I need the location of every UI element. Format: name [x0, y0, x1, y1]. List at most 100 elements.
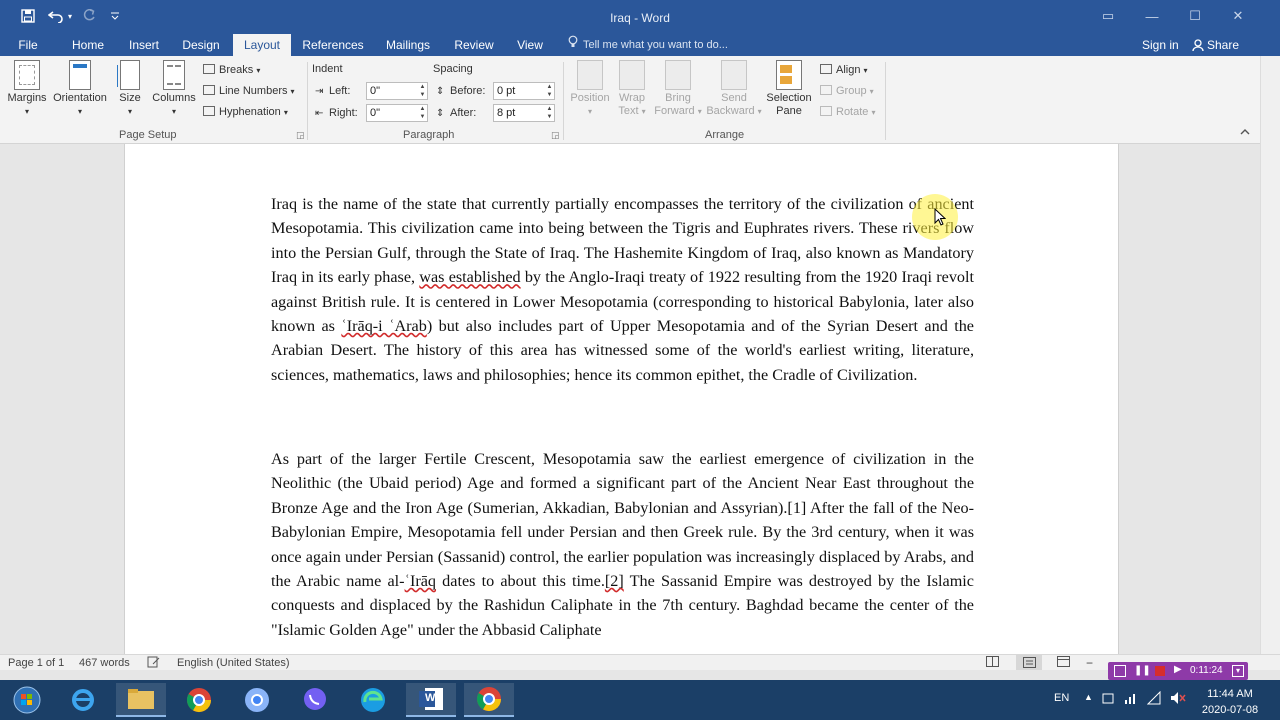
- maximize-button[interactable]: ☐: [1181, 5, 1209, 27]
- indent-right-input[interactable]: 0" ▲ ▼: [366, 104, 428, 122]
- tab-design[interactable]: Design: [176, 34, 226, 56]
- spinner-arrows-icon[interactable]: ▲ ▼: [545, 83, 554, 99]
- print-layout-icon[interactable]: [1016, 655, 1042, 670]
- tab-view[interactable]: View: [510, 34, 550, 56]
- page-setup-dialog-launcher-icon[interactable]: ◲: [296, 130, 305, 141]
- volume-muted-icon[interactable]: [1170, 691, 1186, 708]
- selection-pane-button[interactable]: Selection Pane: [763, 60, 815, 118]
- breaks-button[interactable]: Breaks ▾: [203, 62, 260, 78]
- indent-left-value: 0": [370, 85, 381, 97]
- ribbon-display-options-icon[interactable]: ▭: [1094, 5, 1122, 27]
- spacing-after-value: 8 pt: [497, 107, 516, 119]
- orientation-button[interactable]: Orientation ▾: [50, 60, 110, 118]
- line-numbers-button[interactable]: Line Numbers ▾: [203, 83, 295, 99]
- clock-time[interactable]: 11:44 AM: [1194, 688, 1266, 700]
- spinner-arrows-icon[interactable]: ▲ ▼: [545, 105, 554, 121]
- wrap-text-button[interactable]: Wrap Text ▾: [614, 60, 650, 118]
- language-indicator[interactable]: English (United States): [177, 656, 290, 670]
- person-icon: [1192, 36, 1204, 58]
- document-area: Iraq is the name of the state that curre…: [0, 144, 1260, 654]
- tab-references[interactable]: References: [298, 34, 368, 56]
- read-mode-icon[interactable]: [986, 656, 999, 670]
- show-hidden-icons-icon[interactable]: ▲: [1084, 692, 1093, 702]
- proofing-icon[interactable]: [147, 656, 160, 670]
- document-page[interactable]: Iraq is the name of the state that curre…: [124, 144, 1119, 654]
- send-backward-button[interactable]: Send Backward ▾: [705, 60, 763, 118]
- tab-review[interactable]: Review: [447, 34, 501, 56]
- start-button[interactable]: [2, 683, 52, 717]
- bring-forward-label-2: Forward: [654, 105, 695, 117]
- spacing-before-input[interactable]: 0 pt ▲ ▼: [493, 82, 555, 100]
- margins-icon: [14, 60, 40, 90]
- internet-explorer-icon[interactable]: [58, 683, 108, 717]
- group-divider: [885, 62, 886, 140]
- paragraph-1[interactable]: Iraq is the name of the state that curre…: [271, 192, 974, 387]
- paragraph-group-label: Paragraph: [403, 129, 455, 141]
- paragraph-dialog-launcher-icon[interactable]: ◲: [551, 130, 560, 141]
- tray-device-icon[interactable]: [1101, 691, 1115, 708]
- file-explorer-icon[interactable]: [116, 683, 166, 717]
- word-taskbar-icon[interactable]: W: [406, 683, 456, 717]
- columns-button[interactable]: Columns ▾: [150, 60, 198, 118]
- position-icon: [577, 60, 603, 90]
- clock-date[interactable]: 2020-07-08: [1194, 704, 1266, 716]
- tell-me-search[interactable]: Tell me what you want to do...: [568, 34, 728, 56]
- indent-label: Indent: [312, 63, 343, 75]
- send-backward-label-2: Backward: [706, 105, 755, 117]
- play-icon[interactable]: ▶: [1174, 664, 1182, 675]
- tray-signal-icon[interactable]: [1146, 690, 1161, 708]
- sign-in-link[interactable]: Sign in: [1142, 34, 1179, 56]
- rotate-button[interactable]: Rotate ▾: [820, 104, 876, 120]
- spelling-error[interactable]: was established: [419, 268, 520, 286]
- zoom-out-button[interactable]: −: [1086, 656, 1093, 670]
- collapse-ribbon-icon[interactable]: [1240, 128, 1250, 139]
- tray-network-icon[interactable]: [1124, 691, 1138, 708]
- recorder-webcam-icon[interactable]: [1114, 665, 1126, 677]
- paragraph-2[interactable]: As part of the larger Fertile Crescent, …: [271, 447, 974, 642]
- word-count[interactable]: 467 words: [79, 656, 130, 670]
- spinner-arrows-icon[interactable]: ▲ ▼: [418, 105, 427, 121]
- align-button[interactable]: Align ▾: [820, 62, 868, 78]
- bring-forward-button[interactable]: Bring Forward ▾: [652, 60, 704, 118]
- vertical-scrollbar[interactable]: [1260, 56, 1280, 656]
- bring-forward-label: Bring: [665, 92, 691, 104]
- web-layout-icon[interactable]: [1057, 656, 1070, 670]
- stop-icon[interactable]: [1155, 666, 1165, 676]
- hyphenation-button[interactable]: Hyphenation ▾: [203, 104, 288, 120]
- chrome-alt-icon[interactable]: [232, 683, 282, 717]
- pause-icon[interactable]: ❚❚: [1134, 665, 1151, 676]
- spinner-arrows-icon[interactable]: ▲ ▼: [418, 83, 427, 99]
- group-button[interactable]: Group ▾: [820, 83, 874, 99]
- group-label: Group: [836, 85, 867, 97]
- size-button[interactable]: Size ▾: [114, 60, 146, 118]
- selection-pane-label-2: Pane: [776, 105, 802, 117]
- spacing-after-label: ⇕ After:: [436, 104, 476, 122]
- chrome-open-icon[interactable]: [464, 683, 514, 717]
- tab-mailings[interactable]: Mailings: [378, 34, 438, 56]
- spelling-error[interactable]: ʿIrāq-i ʿArab: [341, 317, 426, 335]
- position-button[interactable]: Position ▾: [567, 60, 613, 118]
- indent-left-input[interactable]: 0" ▲ ▼: [366, 82, 428, 100]
- tab-home[interactable]: Home: [62, 34, 114, 56]
- orientation-label: Orientation: [53, 92, 107, 104]
- viber-icon[interactable]: [290, 683, 340, 717]
- minimize-button[interactable]: —: [1138, 5, 1166, 27]
- margins-button[interactable]: Margins ▾: [6, 60, 48, 118]
- close-button[interactable]: ✕: [1224, 5, 1252, 27]
- spelling-error[interactable]: ʿIrāq: [405, 572, 436, 590]
- wrap-text-label-2: Text: [618, 105, 639, 117]
- tab-file[interactable]: File: [8, 34, 48, 56]
- chrome-icon[interactable]: [174, 683, 224, 717]
- spacing-after-input[interactable]: 8 pt ▲ ▼: [493, 104, 555, 122]
- page-count[interactable]: Page 1 of 1: [8, 656, 64, 670]
- spelling-error[interactable]: [2]: [605, 572, 624, 590]
- tab-layout[interactable]: Layout: [233, 34, 291, 56]
- edge-icon[interactable]: [348, 683, 398, 717]
- wrap-text-label: Wrap: [618, 92, 646, 104]
- recorder-menu-icon[interactable]: ▾: [1232, 665, 1244, 677]
- status-bar: Page 1 of 1 467 words English (United St…: [0, 654, 1280, 670]
- position-label: Position: [570, 92, 610, 104]
- input-language[interactable]: EN: [1054, 692, 1069, 704]
- tab-insert[interactable]: Insert: [120, 34, 168, 56]
- share-button[interactable]: Share: [1192, 34, 1239, 56]
